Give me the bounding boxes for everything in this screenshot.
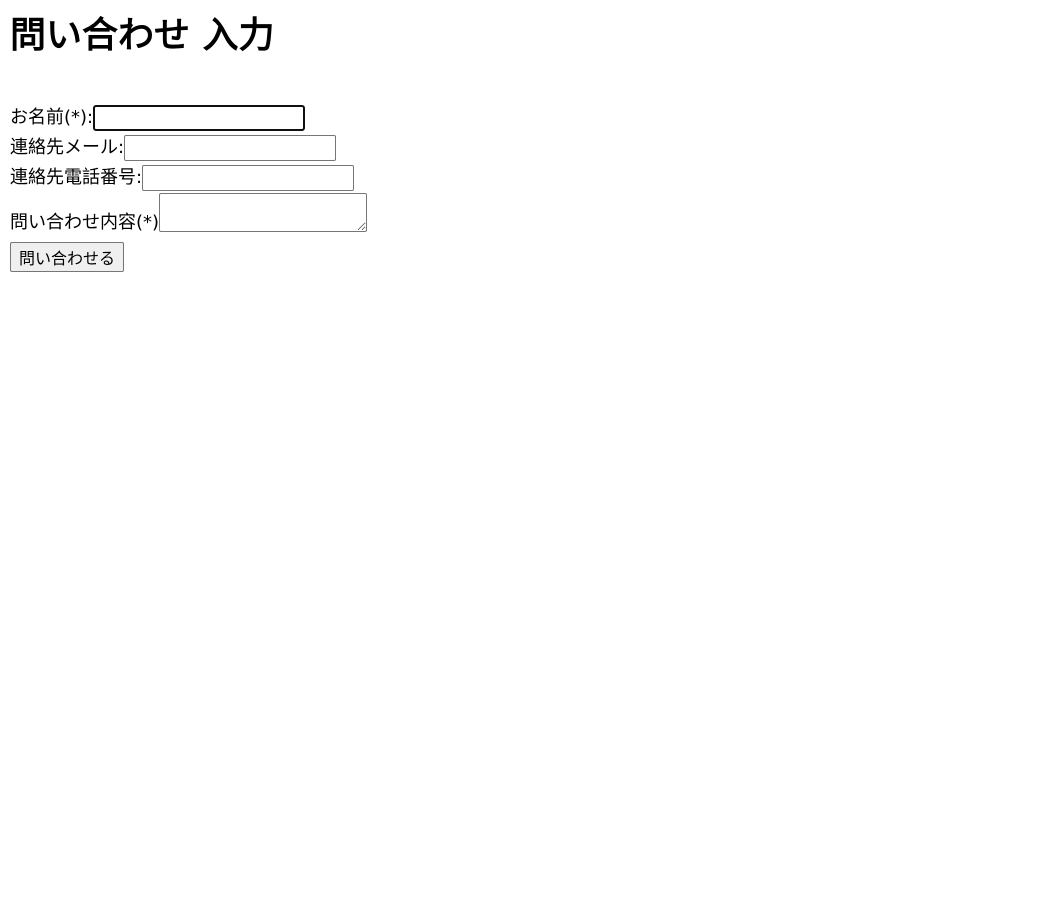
name-row: お名前(*): — [10, 105, 306, 131]
inquiry-label: 問い合わせ内容(*) — [10, 212, 160, 233]
name-input[interactable] — [93, 105, 306, 131]
email-label: 連絡先メール: — [10, 137, 125, 158]
inquiry-row: 問い合わせ内容(*) — [10, 193, 368, 233]
phone-row: 連絡先電話番号: — [10, 165, 355, 191]
inquiry-textarea[interactable] — [159, 193, 368, 232]
email-input[interactable] — [124, 135, 337, 161]
submit-button[interactable]: 問い合わせる — [10, 242, 125, 272]
page-title: 問い合わせ 入力 — [10, 15, 275, 56]
email-row: 連絡先メール: — [10, 135, 337, 161]
inquiry-page: 問い合わせ 入力 お名前(*): 連絡先メール: 連絡先電話番号: 問い合わせ内… — [0, 0, 1053, 900]
phone-input[interactable] — [142, 165, 355, 191]
name-label: お名前(*): — [10, 107, 94, 128]
phone-label: 連絡先電話番号: — [10, 167, 143, 188]
